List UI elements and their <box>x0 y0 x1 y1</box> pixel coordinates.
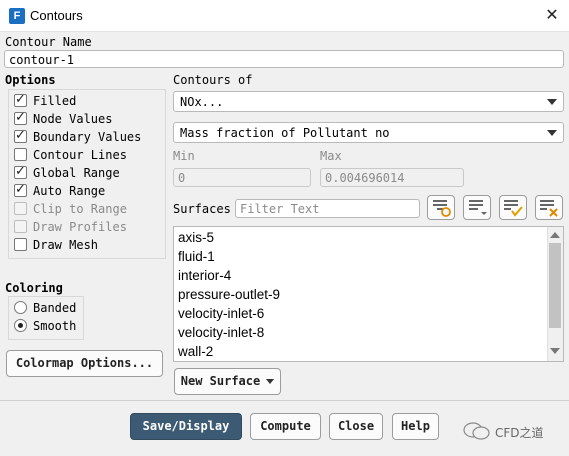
draw-profiles-checkbox <box>14 220 27 233</box>
close-icon[interactable]: ✕ <box>540 4 564 28</box>
window-title: Contours <box>30 8 83 23</box>
contours-of-variable-value: Mass fraction of Pollutant no <box>180 126 390 140</box>
surfaces-filter-input[interactable]: Filter Text <box>235 199 420 218</box>
contours-of-category-dropdown[interactable]: NOx... <box>173 91 564 112</box>
max-input: 0.004696014 <box>320 168 464 187</box>
list-item[interactable]: pressure-outlet-9 <box>178 287 280 302</box>
clip-to-range-label: Clip to Range <box>33 202 127 216</box>
highlight-icon[interactable] <box>463 195 491 220</box>
contours-of-variable-dropdown[interactable]: Mass fraction of Pollutant no <box>173 122 564 143</box>
scroll-down-icon[interactable] <box>550 348 560 354</box>
auto-range-checkbox[interactable] <box>14 182 27 197</box>
node-values-label: Node Values <box>33 112 113 126</box>
close-button[interactable]: Close <box>329 413 383 440</box>
list-item[interactable]: velocity-inlet-8 <box>178 325 264 340</box>
banded-label: Banded <box>33 301 77 315</box>
chevron-down-icon <box>547 130 557 136</box>
contour-lines-checkbox[interactable] <box>14 148 27 161</box>
contours-of-label: Contours of <box>173 73 253 87</box>
list-item[interactable]: axis-5 <box>178 230 214 245</box>
smooth-radio[interactable] <box>14 319 27 332</box>
contour-name-label: Contour Name <box>5 35 92 49</box>
min-label: Min <box>173 149 195 163</box>
deselect-all-icon[interactable] <box>535 195 563 220</box>
surfaces-label: Surfaces <box>173 202 231 216</box>
fluent-app-icon: F <box>9 8 25 24</box>
save-display-button[interactable]: Save/Display <box>130 413 242 440</box>
coloring-label: Coloring <box>5 281 63 295</box>
draw-mesh-label: Draw Mesh <box>33 238 99 252</box>
list-item[interactable]: wall-2 <box>178 344 213 359</box>
draw-profiles-label: Draw Profiles <box>33 220 127 234</box>
contour-lines-label: Contour Lines <box>33 148 127 162</box>
colormap-options-button[interactable]: Colormap Options... <box>6 350 163 377</box>
scrollbar-thumb[interactable] <box>549 243 561 328</box>
list-item[interactable]: fluid-1 <box>178 249 215 264</box>
node-values-checkbox[interactable] <box>14 110 27 125</box>
new-surface-label: New Surface <box>180 374 261 388</box>
max-label: Max <box>320 149 342 163</box>
filled-checkbox[interactable] <box>14 92 27 107</box>
banded-radio[interactable] <box>14 301 27 314</box>
title-bar <box>0 0 569 32</box>
clip-to-range-checkbox <box>14 202 27 215</box>
compute-button[interactable]: Compute <box>250 413 321 440</box>
scroll-up-icon[interactable] <box>550 232 560 238</box>
auto-range-label: Auto Range <box>33 184 106 198</box>
options-label: Options <box>5 73 56 87</box>
list-item[interactable]: velocity-inlet-6 <box>178 306 264 321</box>
min-input: 0 <box>173 168 311 187</box>
watermark-text: CFD之道 <box>495 426 544 440</box>
boundary-values-label: Boundary Values <box>33 130 142 144</box>
global-range-checkbox[interactable] <box>14 164 27 179</box>
select-all-icon[interactable] <box>499 195 527 220</box>
filled-label: Filled <box>33 94 77 108</box>
footer-divider <box>0 400 569 401</box>
draw-mesh-checkbox[interactable] <box>14 238 27 251</box>
smooth-label: Smooth <box>33 319 77 333</box>
wechat-logo-icon <box>463 422 491 443</box>
chevron-down-icon <box>547 99 557 105</box>
list-item[interactable]: interior-4 <box>178 268 231 283</box>
new-surface-button[interactable]: New Surface <box>174 368 281 395</box>
filter-icon[interactable] <box>427 195 455 220</box>
boundary-values-checkbox[interactable] <box>14 128 27 143</box>
contour-name-input[interactable]: contour-1 <box>4 50 564 68</box>
contours-of-category-value: NOx... <box>180 95 224 109</box>
help-button[interactable]: Help <box>392 413 439 440</box>
chevron-down-icon <box>266 379 275 384</box>
global-range-label: Global Range <box>33 166 120 180</box>
